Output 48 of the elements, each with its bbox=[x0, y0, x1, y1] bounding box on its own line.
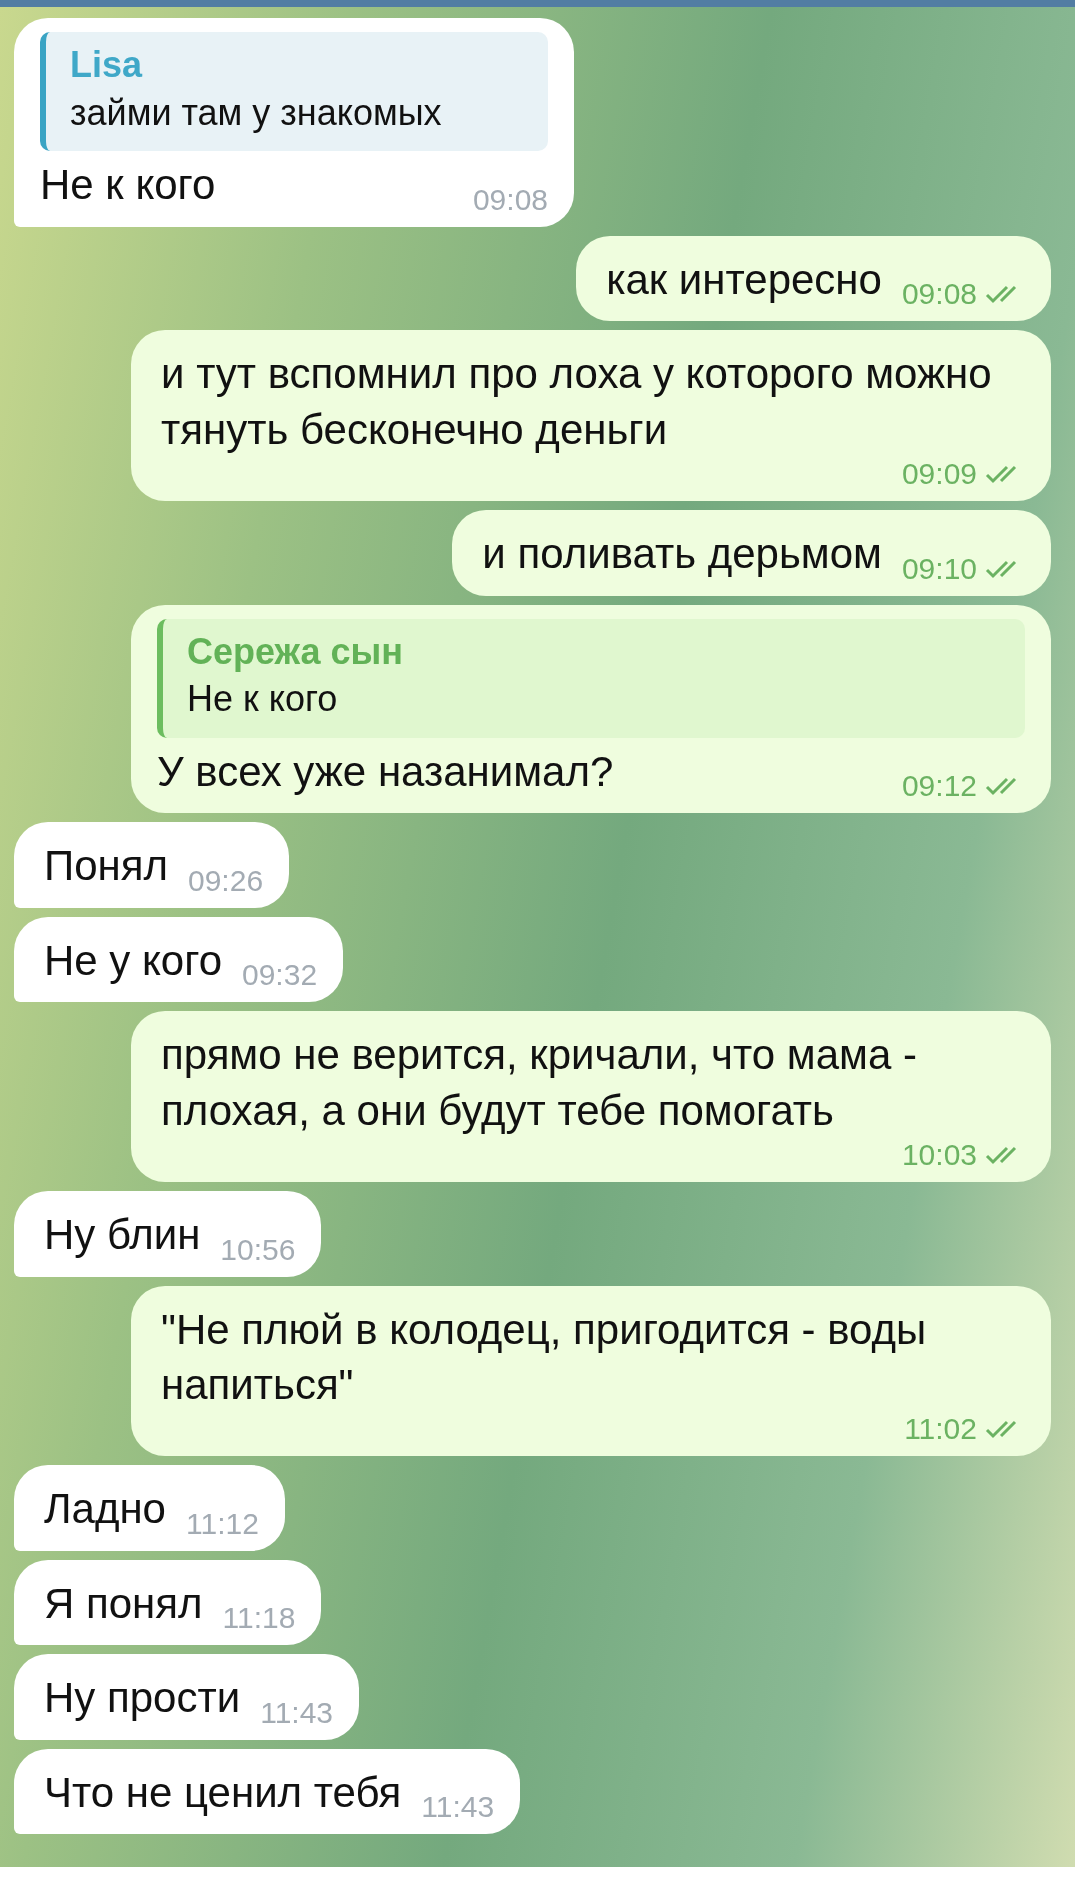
incoming-message-bubble[interactable]: Понял 09:26 bbox=[14, 822, 290, 908]
message-time: 09:12 bbox=[901, 769, 977, 804]
message-text: и тут вспомнил про лоха у которого можно тянуть бесконечно деньги bbox=[161, 349, 993, 455]
incoming-message-bubble[interactable]: Lisa займи там у знакомых Не к кого 09:08 bbox=[14, 18, 574, 227]
incoming-message-bubble[interactable]: Не у кого 09:32 bbox=[14, 916, 344, 1003]
outgoing-message-bubble[interactable]: прямо не верится, кричали, что мама - плохая, а они будут тебе помогать 10:03 bbox=[131, 1011, 1051, 1183]
message-time: 09:08 bbox=[472, 182, 548, 217]
incoming-message-bubble[interactable]: Ну блин 10:56 bbox=[14, 1191, 322, 1277]
incoming-message-bubble[interactable]: Я понял 11:18 bbox=[14, 1559, 322, 1646]
reply-author: Сережа сын bbox=[187, 629, 405, 674]
outgoing-message-bubble[interactable]: Сережа сын Не к кого У всех уже назанимал? 09:12 bbox=[131, 604, 1051, 814]
message-text: Не у кого bbox=[44, 935, 222, 986]
message-time: 11:43 bbox=[260, 1695, 334, 1730]
outgoing-message-bubble[interactable]: "Не плюй в колодец, пригодится - воды напиться" 11:02 bbox=[131, 1285, 1051, 1457]
incoming-message-bubble[interactable]: Ладно 11:12 bbox=[14, 1465, 285, 1551]
quoted-reply[interactable]: Lisa займи там у знакомых bbox=[40, 32, 548, 152]
reply-text: Не к кого bbox=[187, 677, 339, 722]
message-text: Ну прости bbox=[44, 1673, 241, 1724]
message-time: 09:32 bbox=[242, 958, 318, 993]
message-text: и поливать дерьмом bbox=[482, 529, 882, 580]
message-text: Я понял bbox=[44, 1578, 203, 1629]
message-text: "Не плюй в колодец, пригодится - воды напиться" bbox=[161, 1304, 928, 1411]
message-time: 09:09 bbox=[901, 457, 977, 492]
outgoing-message-bubble[interactable]: и тут вспомнил про лоха у которого можно тянуть бесконечно деньги 09:09 bbox=[131, 330, 1051, 502]
message-text: Ну блин bbox=[44, 1210, 201, 1261]
message-time: 11:18 bbox=[222, 1601, 296, 1636]
reply-author: Lisa bbox=[70, 43, 144, 87]
incoming-message-bubble[interactable]: Что не ценил тебя 11:43 bbox=[14, 1748, 521, 1835]
quoted-reply[interactable]: Сережа сын Не к кого bbox=[157, 618, 1025, 738]
message-text: Что не ценил тебя bbox=[44, 1767, 402, 1818]
message-time: 11:12 bbox=[186, 1506, 259, 1541]
reply-text: займи там у знакомых bbox=[70, 90, 443, 135]
outgoing-message-bubble[interactable]: как интересно 09:08 bbox=[576, 235, 1051, 322]
message-time: 11:02 bbox=[904, 1412, 977, 1447]
message-text: прямо не верится, кричали, что мама - плохая, а они будут тебе помогать bbox=[161, 1030, 918, 1136]
message-text: Понял bbox=[44, 841, 168, 892]
message-time: 09:10 bbox=[901, 551, 977, 586]
message-time: 10:03 bbox=[901, 1138, 977, 1173]
message-time: 09:08 bbox=[901, 277, 977, 312]
message-time: 11:43 bbox=[421, 1790, 495, 1825]
message-time: 10:56 bbox=[220, 1232, 296, 1267]
incoming-message-bubble[interactable]: Ну прости 11:43 bbox=[14, 1654, 360, 1740]
message-time: 09:26 bbox=[188, 863, 264, 898]
outgoing-message-bubble[interactable]: и поливать дерьмом 09:10 bbox=[452, 510, 1051, 596]
message-text: как интересно bbox=[606, 254, 882, 305]
message-text: У всех уже назанимал? bbox=[157, 746, 615, 797]
message-text: Не к кого bbox=[40, 160, 217, 211]
message-text: Ладно bbox=[44, 1484, 166, 1535]
